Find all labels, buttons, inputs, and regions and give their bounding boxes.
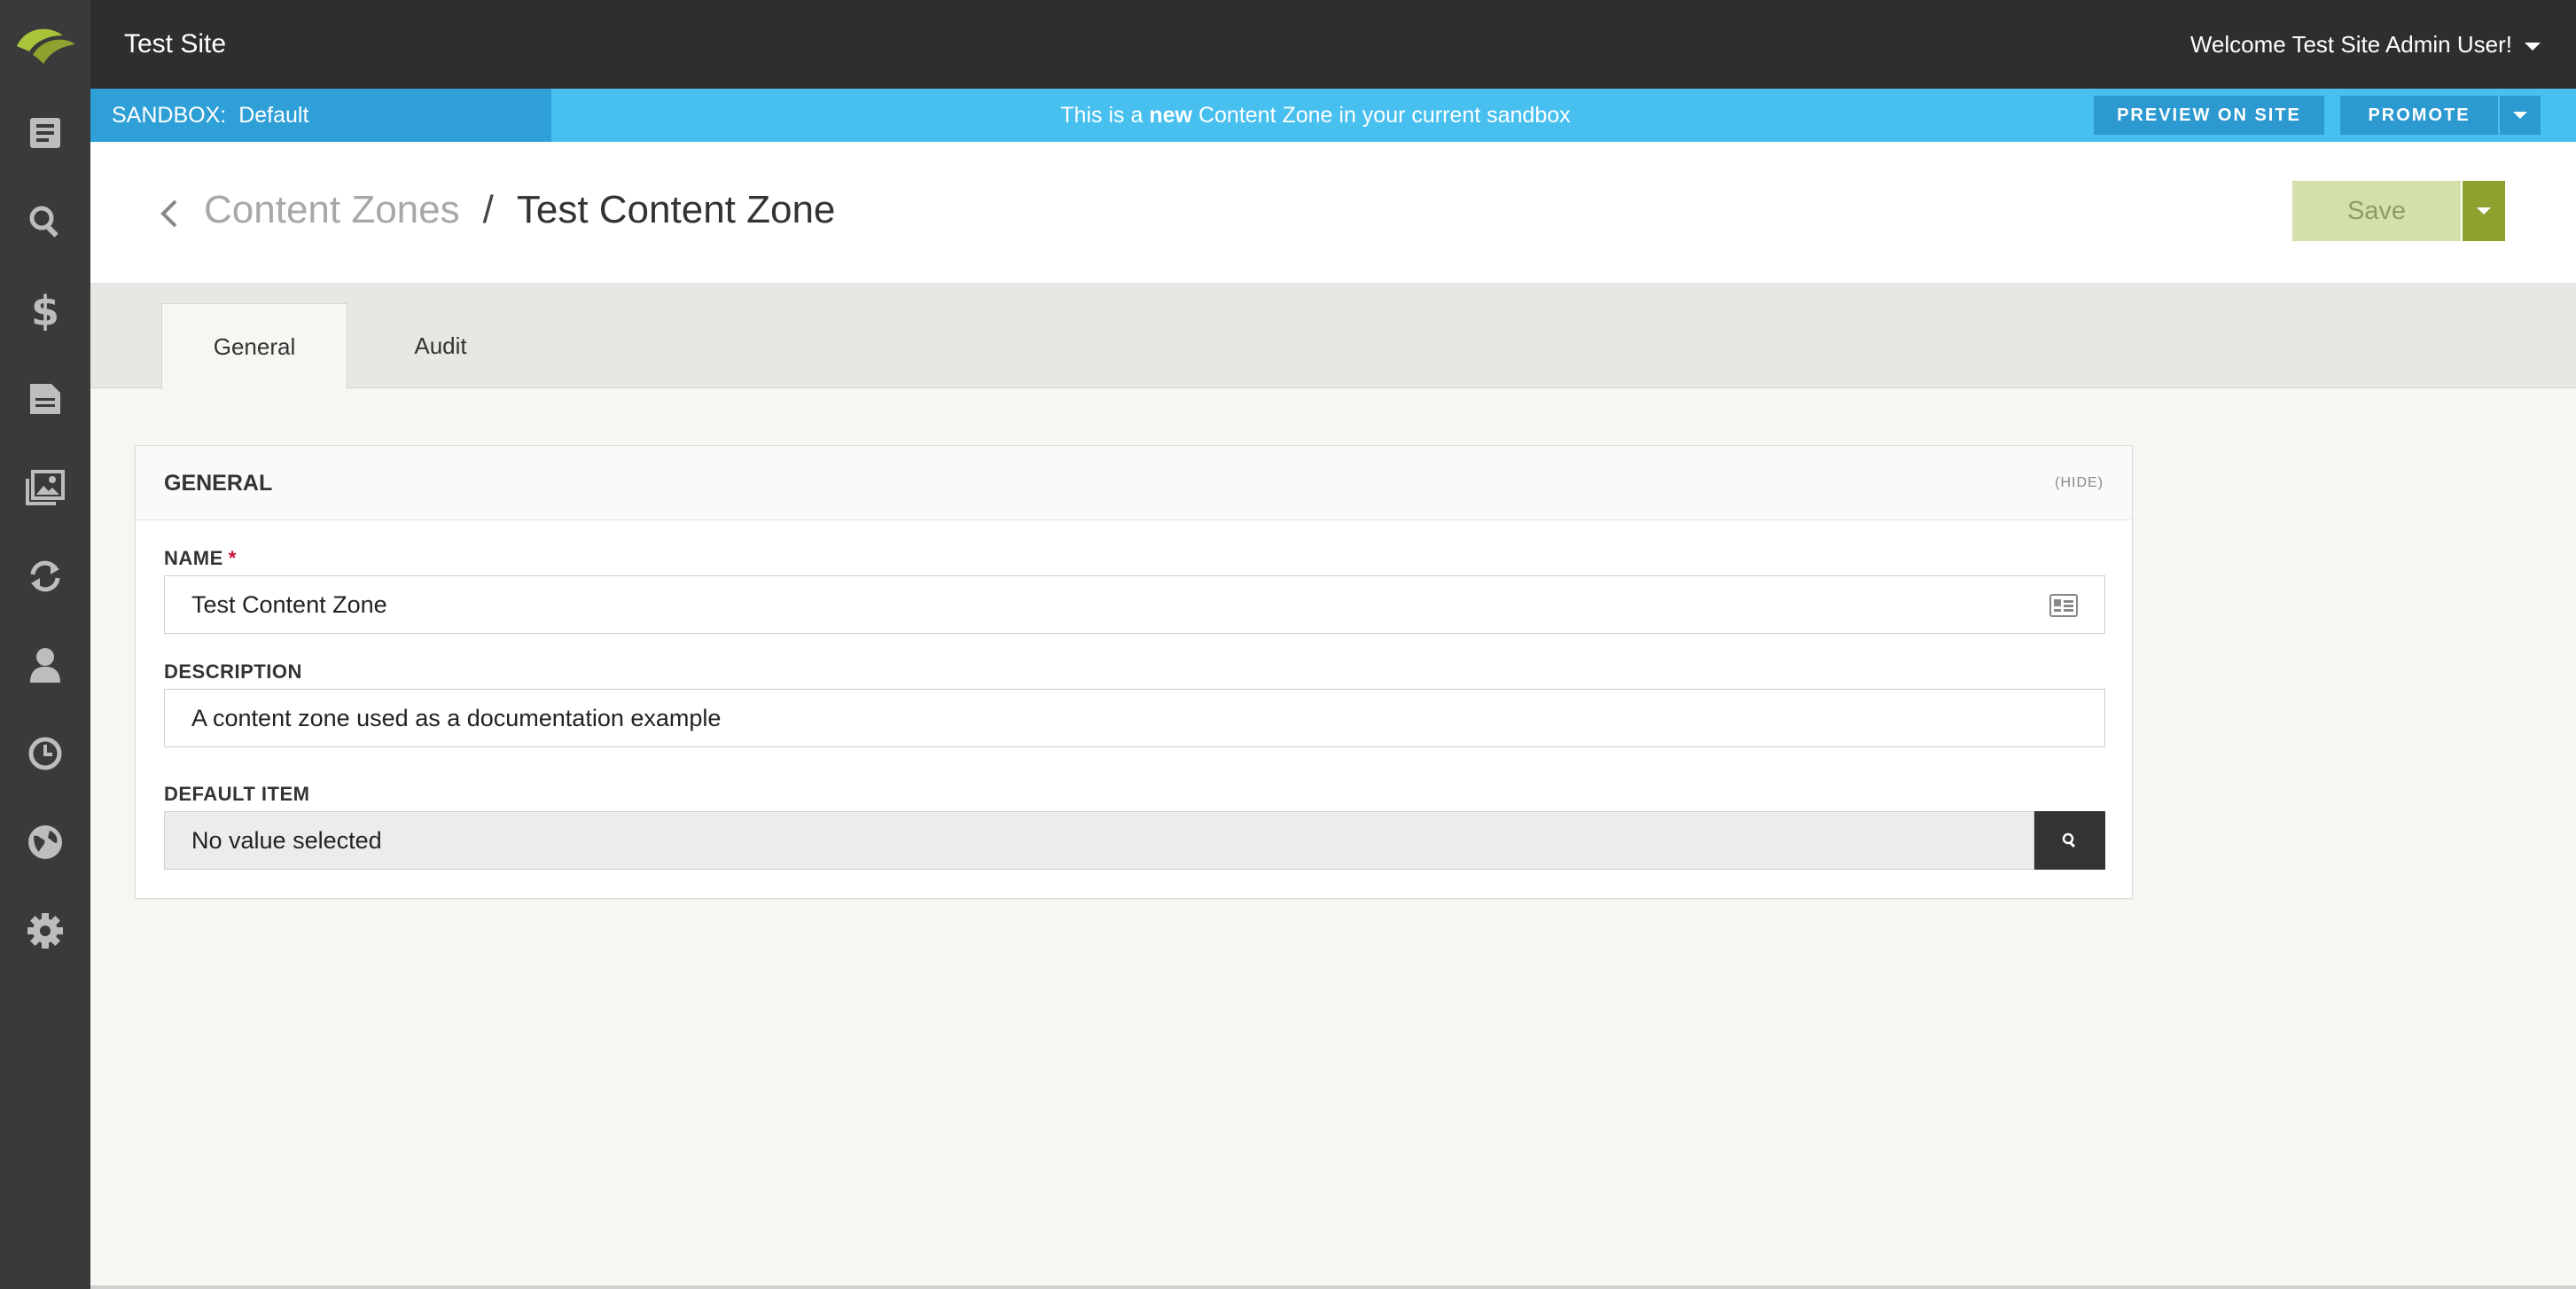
nav-assets[interactable] [0,443,90,532]
nav-customers[interactable] [0,621,90,709]
user-menu[interactable]: Welcome Test Site Admin User! [2190,0,2541,89]
tab-general[interactable]: General [161,303,347,389]
nav-sites[interactable] [0,798,90,887]
breadcrumb: Content Zones / Test Content Zone [204,188,835,232]
page-title: Test Content Zone [516,188,836,231]
save-dropdown-button[interactable] [2463,181,2505,241]
nav-pricing[interactable]: $ [0,266,90,355]
required-marker: * [228,547,237,569]
sandbox-message: This is a new Content Zone in your curre… [551,89,2080,142]
left-nav-rail: $ [0,0,90,1289]
default-item-lookup-button[interactable] [2034,811,2105,870]
tab-audit[interactable]: Audit [347,303,534,389]
search-icon [29,206,59,238]
gear-icon [27,913,63,949]
content-icon [30,118,60,148]
default-item-value: No value selected [191,827,382,854]
breadcrumb-content-zones[interactable]: Content Zones [204,188,460,231]
name-label: NAME * [164,547,237,570]
nav-settings[interactable] [0,887,90,975]
nav-history[interactable] [0,709,90,798]
hide-panel-button[interactable]: (HIDE) [2055,446,2104,520]
name-label-text: NAME [164,547,223,569]
globe-icon [28,825,62,859]
name-field-value: Test Content Zone [191,591,387,618]
site-title: Test Site [124,29,227,59]
sandbox-bar: SANDBOX: Default This is a new Content Zo… [90,89,2576,142]
chevron-down-icon [2513,112,2527,119]
general-panel: GENERAL (HIDE) NAME * Test Content Zone D… [135,445,2133,899]
panel-header: GENERAL (HIDE) [136,446,2132,520]
sandbox-value: Default [238,103,309,128]
page-header: Content Zones / Test Content Zone Save [90,142,2576,284]
promote-dropdown-button[interactable] [2500,96,2541,135]
svg-text:$: $ [31,290,59,331]
back-chevron-icon[interactable] [156,199,183,229]
leaf-logo-icon [17,28,75,64]
tab-strip: General Audit [90,284,2576,389]
clock-icon [28,737,62,770]
logo[interactable] [0,0,90,89]
image-gallery-icon [26,470,65,505]
user-icon [30,648,60,683]
contact-card-icon[interactable] [2049,594,2078,617]
default-item-field: No value selected [164,811,2034,870]
search-icon [2062,832,2076,848]
chevron-down-icon [2525,42,2541,51]
top-bar: Test Site Welcome Test Site Admin User! [90,0,2576,89]
description-label: DESCRIPTION [164,660,302,683]
description-field-value: A content zone used as a documentation e… [191,705,722,731]
default-item-label: DEFAULT ITEM [164,783,310,805]
dollar-icon: $ [31,290,59,331]
description-field[interactable]: A content zone used as a documentation e… [164,689,2105,747]
nav-sync[interactable] [0,532,90,621]
welcome-text: Welcome Test Site Admin User! [2190,31,2512,58]
preview-on-site-button[interactable]: PREVIEW ON SITE [2094,96,2324,135]
nav-content[interactable] [0,89,90,177]
sandbox-label: SANDBOX: [112,103,227,128]
promote-button[interactable]: PROMOTE [2340,96,2498,135]
sandbox-message-bold: new [1149,103,1192,128]
nav-catalog[interactable] [0,355,90,443]
breadcrumb-separator: / [482,188,494,231]
refresh-icon [30,560,60,592]
nav-search[interactable] [0,177,90,266]
bottom-border [90,1285,2576,1289]
name-field[interactable]: Test Content Zone [164,575,2105,634]
sandbox-message-suffix: Content Zone in your current sandbox [1198,103,1571,128]
chevron-down-icon [2477,207,2491,215]
sandbox-message-prefix: This is a [1060,103,1144,128]
sandbox-selector[interactable]: SANDBOX: Default [90,89,551,142]
save-button[interactable]: Save [2292,181,2461,241]
panel-title: GENERAL [164,471,273,496]
catalog-icon [30,384,60,414]
